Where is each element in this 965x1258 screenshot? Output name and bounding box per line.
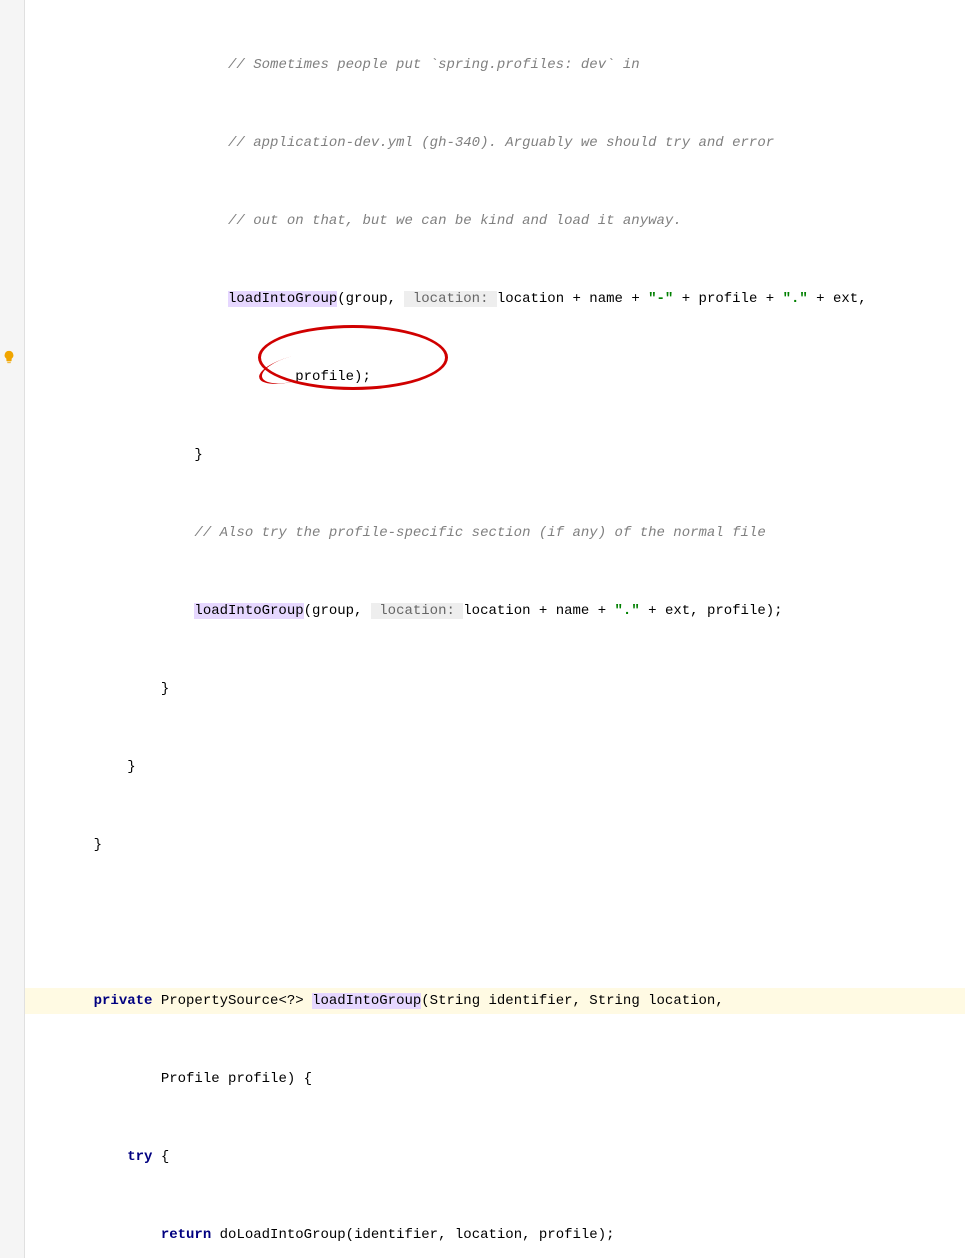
code-text: (group, [337,291,404,307]
gutter [0,0,25,1258]
code-text: + profile + [673,291,782,307]
string-literal: "-" [648,291,673,307]
code-line[interactable]: // Also try the profile-specific section… [25,520,965,546]
keyword: private [94,993,153,1009]
brace: } [94,837,102,853]
param-hint: location: [371,603,463,619]
method-declaration: loadIntoGroup [312,993,421,1009]
code-text: + ext, profile); [640,603,783,619]
code-text: { [152,1149,169,1165]
param-hint: location: [404,291,496,307]
keyword: return [161,1227,211,1243]
brace: } [194,447,202,463]
code-line[interactable]: } [25,832,965,858]
code-content[interactable]: // Sometimes people put `spring.profiles… [25,0,965,1258]
code-line[interactable]: // application-dev.yml (gh-340). Arguabl… [25,130,965,156]
code-line[interactable]: // out on that, but we can be kind and l… [25,208,965,234]
code-text: + ext, [808,291,867,307]
code-line[interactable]: } [25,676,965,702]
comment-text: // Also try the profile-specific section… [194,525,765,541]
code-line[interactable]: } [25,754,965,780]
code-line[interactable]: loadIntoGroup(group, location: location … [25,286,965,312]
code-editor[interactable]: // Sometimes people put `spring.profiles… [0,0,965,1258]
code-text: PropertySource<?> [152,993,312,1009]
code-text: doLoadIntoGroup(identifier, location, pr… [211,1227,614,1243]
lightbulb-icon[interactable] [2,348,16,374]
brace: } [161,681,169,697]
brace: } [127,759,135,775]
code-line[interactable] [25,910,965,936]
comment-text: // Sometimes people put `spring.profiles… [228,57,640,73]
code-text: (group, [304,603,371,619]
code-line[interactable]: loadIntoGroup(group, location: location … [25,598,965,624]
code-line[interactable]: Profile profile) { [25,1066,965,1092]
code-text: profile); [295,369,371,385]
code-line[interactable]: // Sometimes people put `spring.profiles… [25,52,965,78]
code-line[interactable]: profile); [25,364,965,390]
code-text: (String identifier, String location, [421,993,723,1009]
code-line[interactable]: } [25,442,965,468]
comment-text: // out on that, but we can be kind and l… [228,213,682,229]
method-call: loadIntoGroup [194,603,303,619]
code-line[interactable]: return doLoadIntoGroup(identifier, locat… [25,1222,965,1248]
code-text: location + name + [497,291,648,307]
comment-text: // application-dev.yml (gh-340). Arguabl… [228,135,774,151]
code-text: location + name + [463,603,614,619]
string-literal: "." [783,291,808,307]
code-text: Profile profile) { [161,1071,312,1087]
code-line-highlighted[interactable]: private PropertySource<?> loadIntoGroup(… [25,988,965,1014]
method-call: loadIntoGroup [228,291,337,307]
keyword: try [127,1149,152,1165]
code-line[interactable]: try { [25,1144,965,1170]
string-literal: "." [615,603,640,619]
